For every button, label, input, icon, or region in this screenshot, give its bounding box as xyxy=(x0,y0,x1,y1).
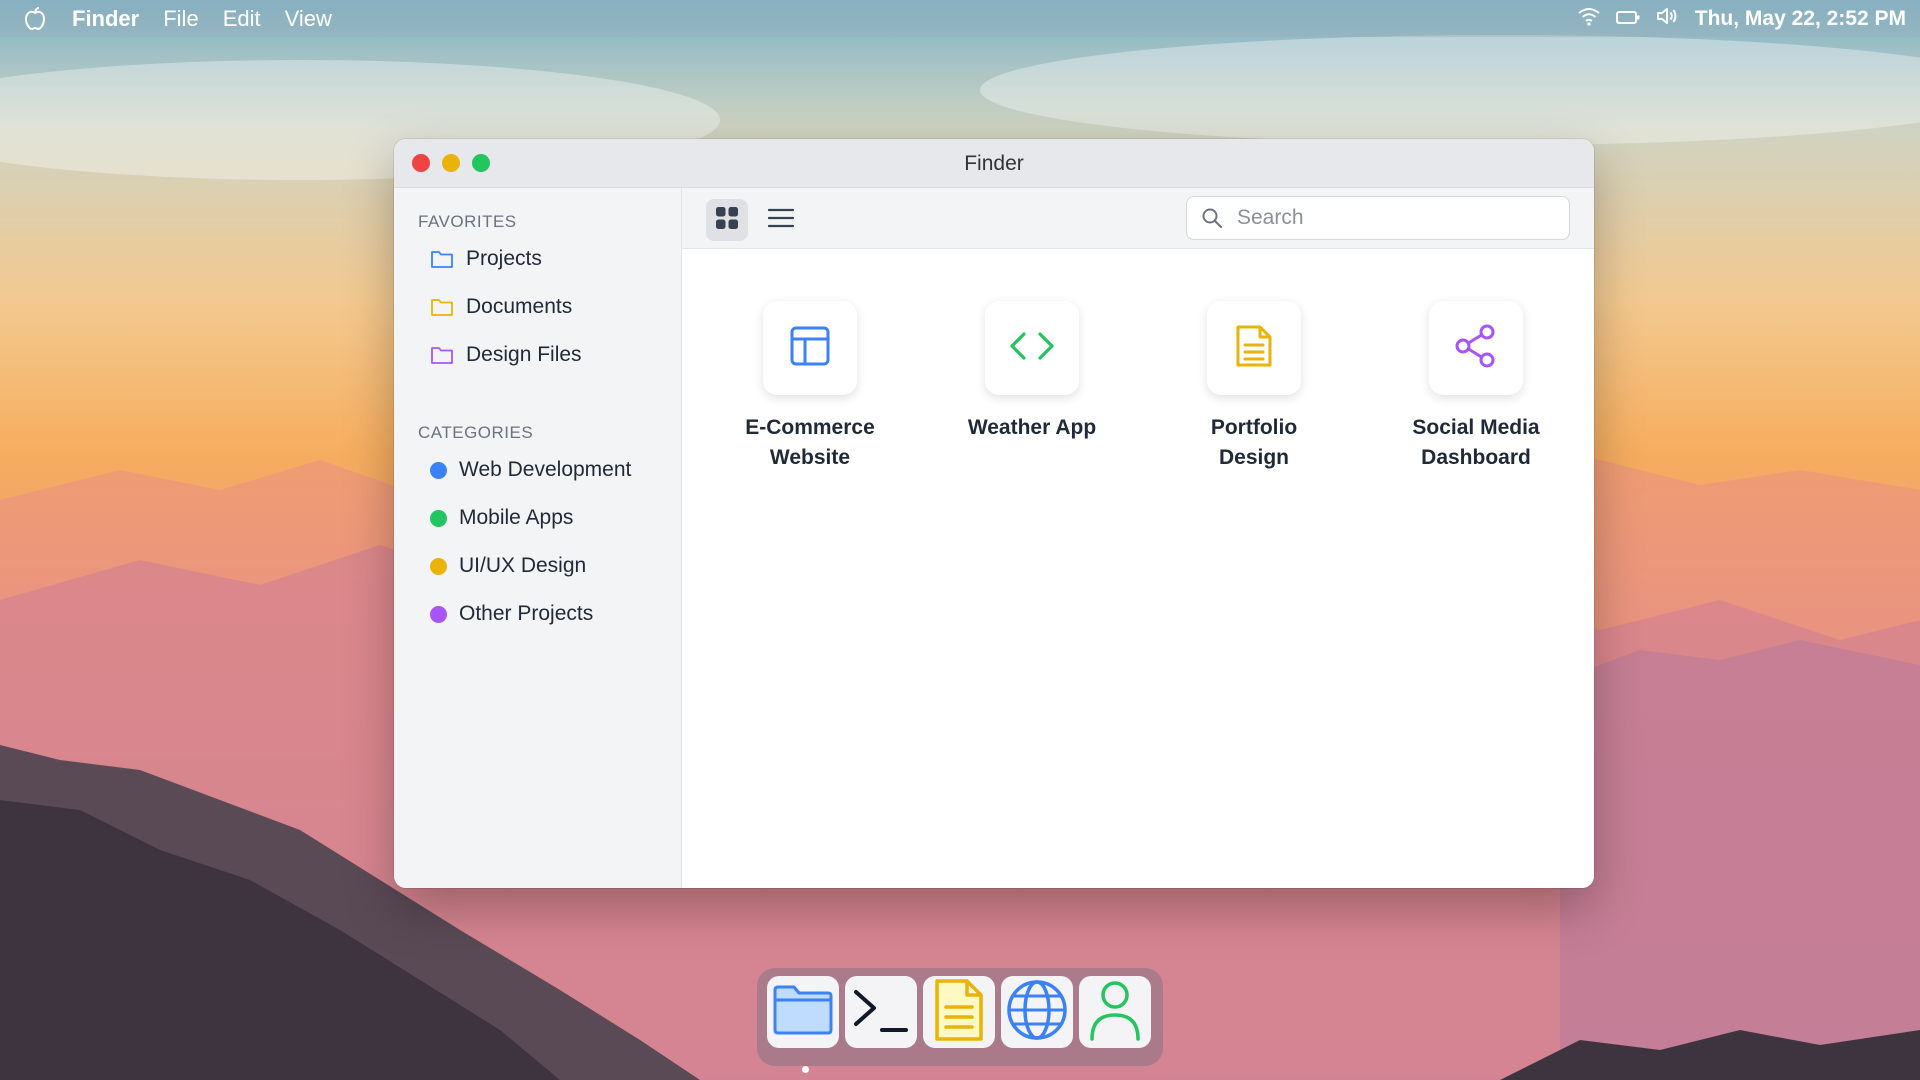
sidebar-item-label: Web Development xyxy=(459,458,632,481)
search-input[interactable] xyxy=(1235,205,1559,231)
sidebar-item-web-development[interactable]: Web Development xyxy=(430,453,631,487)
file-item-weather-app[interactable]: Weather App xyxy=(932,301,1132,443)
file-grid: E-Commerce Website Weather App Portfolio… xyxy=(682,249,1594,888)
category-color-dot xyxy=(430,557,447,575)
sidebar-item-label: Design Files xyxy=(466,343,582,366)
sidebar-item-label: Other Projects xyxy=(459,602,594,625)
user-icon xyxy=(1086,977,1144,1048)
globe-icon xyxy=(1004,977,1070,1048)
file-item-e-commerce-website[interactable]: E-Commerce Website xyxy=(710,301,910,473)
grid-view-button[interactable] xyxy=(706,199,748,241)
file-name: Weather App xyxy=(967,416,1097,439)
sidebar-item-design-files[interactable]: Design Files xyxy=(430,338,582,372)
title-bar[interactable]: Finder xyxy=(394,139,1594,188)
app-menu-finder[interactable]: Finder xyxy=(72,6,139,32)
dock-item-finder[interactable] xyxy=(767,976,839,1048)
status-area: Thu, May 22, 2:52 PM xyxy=(1577,0,1906,37)
sidebar-item-documents[interactable]: Documents xyxy=(430,290,572,324)
menu-view[interactable]: View xyxy=(285,6,332,32)
sidebar-item-ui-ux-design[interactable]: UI/UX Design xyxy=(430,549,586,583)
menu-edit[interactable]: Edit xyxy=(223,6,261,32)
dock-item-terminal[interactable] xyxy=(845,976,917,1048)
folder-icon xyxy=(430,343,454,367)
menu-bar-clock[interactable]: Thu, May 22, 2:52 PM xyxy=(1695,7,1906,31)
file-name: E-Commerce Website xyxy=(745,416,875,469)
share-icon xyxy=(1453,323,1499,374)
wifi-icon[interactable] xyxy=(1577,6,1601,32)
category-color-dot xyxy=(430,605,447,623)
apple-menu-icon[interactable] xyxy=(22,6,48,32)
menu-file[interactable]: File xyxy=(163,6,198,32)
dock-item-notes[interactable] xyxy=(923,976,995,1048)
folder-icon xyxy=(770,982,836,1043)
file-name: Social Media Dashboard xyxy=(1412,416,1540,469)
terminal-icon xyxy=(850,982,912,1043)
notes-icon xyxy=(931,977,987,1048)
list-icon xyxy=(767,206,795,235)
window-title: Finder xyxy=(964,152,1024,175)
folder-icon xyxy=(430,295,454,319)
favorites-heading: FAVORITES xyxy=(418,212,517,231)
file-tile[interactable] xyxy=(985,301,1079,395)
sidebar-item-other-projects[interactable]: Other Projects xyxy=(430,597,593,631)
layout-icon xyxy=(788,324,832,373)
toolbar xyxy=(682,188,1594,249)
dock-item-browser[interactable] xyxy=(1001,976,1073,1048)
file-tile[interactable] xyxy=(1207,301,1301,395)
categories-heading: CATEGORIES xyxy=(418,423,534,442)
search-field[interactable] xyxy=(1186,196,1570,240)
sidebar: FAVORITES Projects Documents Design File… xyxy=(394,188,682,888)
sidebar-item-mobile-apps[interactable]: Mobile Apps xyxy=(430,501,573,535)
finder-window: Finder FAVORITES Projects Documents Desi… xyxy=(394,139,1594,888)
list-view-button[interactable] xyxy=(760,199,802,241)
dock xyxy=(757,968,1163,1066)
sidebar-item-projects[interactable]: Projects xyxy=(430,242,542,276)
grid-icon xyxy=(714,205,740,236)
volume-icon[interactable] xyxy=(1655,6,1681,32)
file-tile[interactable] xyxy=(763,301,857,395)
sidebar-item-label: Documents xyxy=(466,295,573,318)
sidebar-item-label: Projects xyxy=(466,247,542,270)
folder-icon xyxy=(430,247,454,271)
file-name: Portfolio Design xyxy=(1210,416,1298,469)
sidebar-item-label: UI/UX Design xyxy=(459,554,587,577)
category-color-dot xyxy=(430,509,447,527)
file-item-portfolio-design[interactable]: Portfolio Design xyxy=(1154,301,1354,473)
search-icon xyxy=(1201,206,1225,230)
file-tile[interactable] xyxy=(1429,301,1523,395)
battery-icon[interactable] xyxy=(1615,6,1641,32)
code-icon xyxy=(1008,326,1056,371)
file-item-social-media-dashboard[interactable]: Social Media Dashboard xyxy=(1376,301,1576,473)
dock-item-contacts[interactable] xyxy=(1079,976,1151,1048)
category-color-dot xyxy=(430,461,447,479)
document-icon xyxy=(1234,323,1274,374)
sidebar-item-label: Mobile Apps xyxy=(459,506,574,529)
menu-bar: Finder File Edit View Thu, May 22, 2:52 … xyxy=(0,0,1920,37)
dock-running-indicator xyxy=(802,1066,809,1073)
